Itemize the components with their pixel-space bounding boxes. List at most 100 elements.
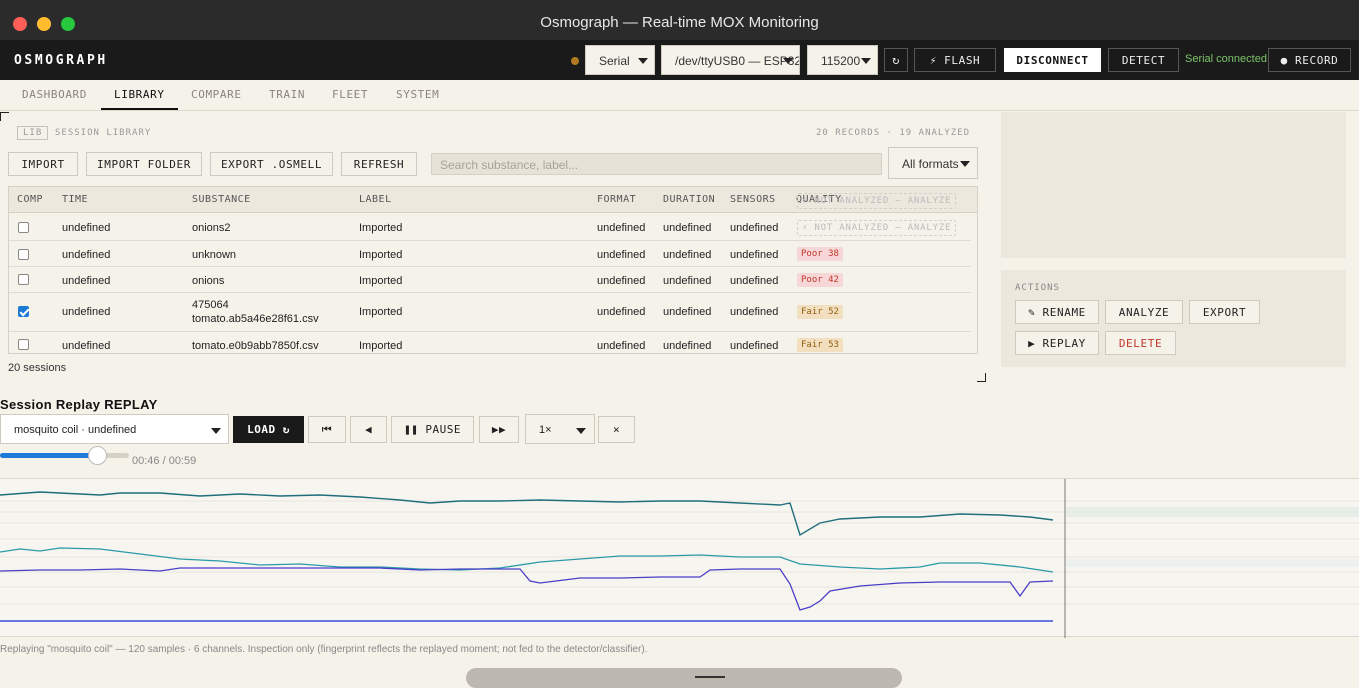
cell-substance: unknown xyxy=(192,249,237,261)
lib-tag: LIB xyxy=(17,126,49,140)
export-osmell-button[interactable]: EXPORT .OSMELL xyxy=(210,152,333,176)
cell-duration: undefined xyxy=(663,275,712,287)
compare-checkbox[interactable] xyxy=(18,306,29,317)
refresh-button[interactable]: REFRESH xyxy=(341,152,417,176)
flash-button[interactable]: ⚡ FLASH xyxy=(914,48,996,72)
tab-system[interactable]: SYSTEM xyxy=(396,88,439,101)
quality-badge: Fair 53 xyxy=(797,338,843,352)
pause-button[interactable]: ❚❚ PAUSE xyxy=(391,416,474,443)
col-comp: COMP xyxy=(17,194,44,205)
compare-checkbox[interactable] xyxy=(18,249,29,260)
cell-label: Imported xyxy=(359,249,403,261)
baud-select[interactable]: 115200 xyxy=(807,45,878,75)
cell-substance: 475064 xyxy=(192,299,229,311)
port-select[interactable]: /dev/ttyUSB0 — ESP32 xyxy=(661,45,800,75)
chart-gridlines xyxy=(0,500,1359,605)
replay-chart-svg xyxy=(0,479,1359,638)
tab-dashboard[interactable]: DASHBOARD xyxy=(22,88,87,101)
chevron-down-icon xyxy=(576,428,586,434)
window-title: Osmograph — Real-time MOX Monitoring xyxy=(540,14,819,31)
import-folder-button[interactable]: IMPORT FOLDER xyxy=(86,152,202,176)
cell-duration: undefined xyxy=(663,306,712,318)
table-row[interactable]: undefined onions2 Imported undefined und… xyxy=(9,214,971,241)
quality-badge: Poor 42 xyxy=(797,273,843,287)
tab-compare[interactable]: COMPARE xyxy=(191,88,242,101)
cell-format: undefined xyxy=(597,275,646,287)
step-back-button[interactable]: ◀ xyxy=(350,416,387,443)
cell-substance-file: tomato.ab5a46e28f61.csv xyxy=(192,313,319,325)
table-header: COMP TIME SUBSTANCE LABEL FORMAT DURATIO… xyxy=(9,187,977,213)
col-sensors: SENSORS xyxy=(730,194,776,205)
delete-button[interactable]: DELETE xyxy=(1105,331,1176,355)
search-input[interactable]: Search substance, label... xyxy=(431,153,882,175)
tab-train[interactable]: TRAIN xyxy=(269,88,305,101)
cell-substance: tomato.e0b9abb7850f.csv xyxy=(192,340,319,352)
progress-fill xyxy=(0,453,98,458)
cell-sensors: undefined xyxy=(730,249,779,261)
quality-badge: Poor 38 xyxy=(797,247,843,261)
import-button[interactable]: IMPORT xyxy=(8,152,78,176)
session-library-panel: LIB SESSION LIBRARY 20 RECORDS · 19 ANAL… xyxy=(0,112,987,382)
rename-button[interactable]: ✎ RENAME xyxy=(1015,300,1099,324)
speed-value: 1× xyxy=(539,424,552,436)
cell-time: undefined xyxy=(62,306,111,318)
export-button[interactable]: EXPORT xyxy=(1189,300,1260,324)
record-button[interactable]: ● RECORD xyxy=(1268,48,1351,72)
sessions-table: COMP TIME SUBSTANCE LABEL FORMAT DURATIO… xyxy=(8,186,978,354)
actions-label: ACTIONS xyxy=(1015,283,1060,293)
panel-corner xyxy=(977,373,986,382)
replay-chart xyxy=(0,478,1359,638)
cell-time: undefined xyxy=(62,249,111,261)
detect-button[interactable]: DETECT xyxy=(1108,48,1179,72)
cell-format: undefined xyxy=(597,306,646,318)
step-forward-button[interactable]: ▶▶ xyxy=(479,416,519,443)
speed-select[interactable]: 1× xyxy=(525,414,595,444)
table-row[interactable]: undefined onions Imported undefined unde… xyxy=(9,267,971,293)
table-row[interactable]: undefined unknown Imported undefined und… xyxy=(9,241,971,267)
skip-to-start-button[interactable]: ⏮ xyxy=(308,416,346,443)
channel-2-line xyxy=(0,547,1054,573)
quality-badge[interactable]: ⚡ NOT ANALYZED — ANALYZE xyxy=(797,220,957,236)
compare-checkbox[interactable] xyxy=(18,222,29,233)
cell-label: Imported xyxy=(359,275,403,287)
port-value: /dev/ttyUSB0 — ESP32 xyxy=(675,54,800,68)
table-row[interactable]: undefined tomato.e0b9abb7850f.csv Import… xyxy=(9,332,971,353)
compare-checkbox[interactable] xyxy=(18,339,29,350)
active-tab-indicator xyxy=(101,108,178,110)
format-filter-select[interactable]: All formats xyxy=(888,147,978,179)
replay-button[interactable]: ▶ REPLAY xyxy=(1015,331,1099,355)
transport-select[interactable]: Serial xyxy=(585,45,655,75)
cell-sensors: undefined xyxy=(730,306,779,318)
cell-sensors: undefined xyxy=(730,222,779,234)
col-substance: SUBSTANCE xyxy=(192,194,251,205)
library-title: SESSION LIBRARY xyxy=(55,128,152,138)
chevron-down-icon xyxy=(211,428,221,434)
connection-status: Serial connected xyxy=(1185,53,1267,65)
cell-time: undefined xyxy=(62,275,111,287)
bottom-drawer-handle[interactable] xyxy=(466,668,902,688)
progress-knob[interactable] xyxy=(87,446,107,465)
session-detail-panel xyxy=(1001,112,1346,258)
col-duration: DURATION xyxy=(663,194,716,205)
load-button[interactable]: LOAD ↻ xyxy=(233,416,304,443)
chevron-down-icon xyxy=(638,58,648,64)
refresh-ports-button[interactable]: ↻ xyxy=(884,48,908,72)
table-row[interactable]: undefined 475064 tomato.ab5a46e28f61.csv… xyxy=(9,293,971,332)
compare-checkbox[interactable] xyxy=(18,274,29,285)
quality-badge[interactable]: ⚡ NOT ANALYZED — ANALYZE xyxy=(797,193,957,209)
cell-time: undefined xyxy=(62,340,111,352)
replay-progress-slider[interactable] xyxy=(0,446,129,465)
tab-fleet[interactable]: FLEET xyxy=(332,88,368,101)
disconnect-button[interactable]: DISCONNECT xyxy=(1004,48,1101,72)
replay-session-select[interactable]: mosquito coil · undefined xyxy=(0,414,229,444)
connection-indicator xyxy=(571,57,579,65)
tab-library[interactable]: LIBRARY xyxy=(114,88,165,101)
session-count: 20 sessions xyxy=(8,362,67,374)
replay-time: 00:46 / 00:59 xyxy=(132,455,197,467)
analyze-button[interactable]: ANALYZE xyxy=(1105,300,1183,324)
cell-substance: onions xyxy=(192,275,225,287)
col-label: LABEL xyxy=(359,194,392,205)
replay-title: Session Replay REPLAY xyxy=(0,397,158,412)
cell-sensors: undefined xyxy=(730,275,779,287)
close-replay-button[interactable]: × xyxy=(598,416,635,443)
